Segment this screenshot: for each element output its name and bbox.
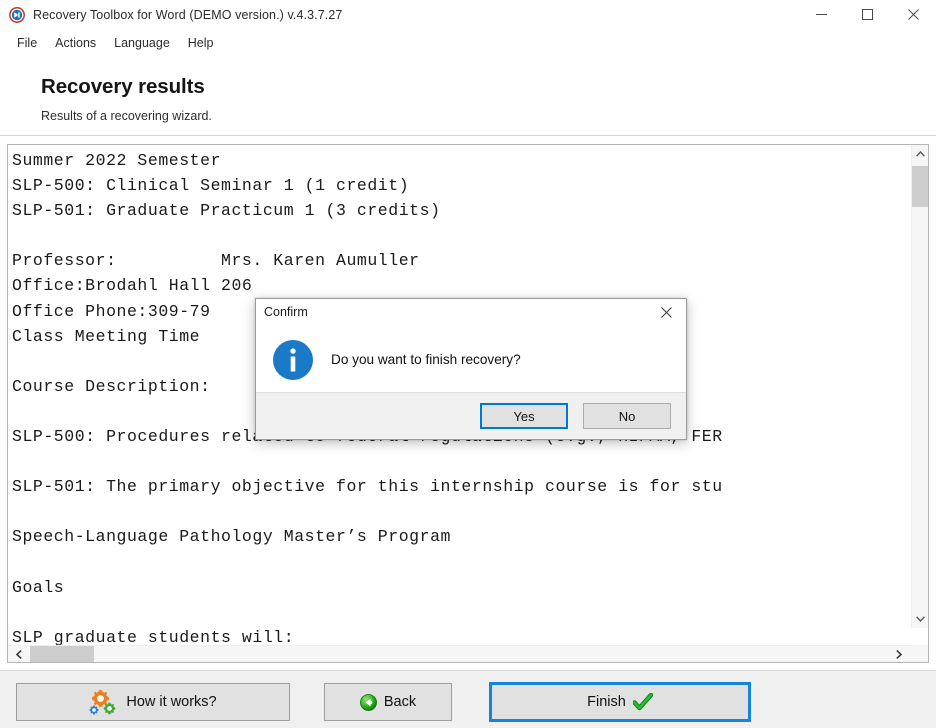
vertical-scrollbar[interactable]: [911, 145, 928, 628]
scroll-left-icon[interactable]: [10, 646, 28, 662]
finish-label: Finish: [587, 694, 626, 710]
menu-item-actions[interactable]: Actions: [46, 33, 105, 53]
title-bar: Recovery Toolbox for Word (DEMO version.…: [0, 0, 936, 29]
app-logo-icon: [9, 6, 25, 23]
horizontal-scrollbar-thumb[interactable]: [30, 646, 94, 662]
page-title: Recovery results: [41, 75, 205, 98]
dialog-message: Do you want to finish recovery?: [331, 352, 521, 367]
back-button[interactable]: Back: [324, 683, 452, 721]
scrollbar-corner: [911, 645, 928, 662]
footer-bar: How it works? Back Finish: [0, 670, 936, 728]
window-controls: [798, 0, 936, 29]
maximize-button[interactable]: [844, 0, 890, 29]
dialog-no-button[interactable]: No: [583, 403, 671, 429]
minimize-button[interactable]: [798, 0, 844, 29]
window-title: Recovery Toolbox for Word (DEMO version.…: [33, 7, 343, 22]
menu-bar: File Actions Language Help: [0, 29, 936, 57]
how-it-works-button[interactable]: How it works?: [16, 683, 290, 721]
dialog-footer: Yes No: [256, 392, 686, 439]
scroll-down-icon[interactable]: [912, 610, 928, 628]
back-label: Back: [383, 694, 417, 710]
page-header: Recovery results Results of a recovering…: [0, 57, 936, 136]
application-window: Recovery Toolbox for Word (DEMO version.…: [0, 0, 936, 728]
dialog-body: Do you want to finish recovery?: [256, 325, 686, 394]
check-icon: [632, 692, 654, 711]
how-it-works-label: How it works?: [126, 694, 217, 710]
horizontal-scrollbar[interactable]: [8, 645, 928, 662]
menu-item-language[interactable]: Language: [105, 33, 179, 53]
dialog-title: Confirm: [264, 305, 308, 319]
scroll-right-icon[interactable]: [890, 646, 908, 662]
dialog-close-icon[interactable]: [646, 299, 686, 325]
dialog-yes-button[interactable]: Yes: [480, 403, 568, 429]
scroll-up-icon[interactable]: [912, 145, 928, 163]
close-button[interactable]: [890, 0, 936, 29]
confirm-dialog: Confirm Do you want to finish recovery? …: [255, 298, 687, 440]
menu-item-file[interactable]: File: [8, 33, 46, 53]
vertical-scrollbar-thumb[interactable]: [912, 166, 928, 207]
page-subtitle: Results of a recovering wizard.: [41, 109, 212, 123]
menu-item-help[interactable]: Help: [179, 33, 223, 53]
back-arrow-icon: [359, 693, 377, 711]
gears-icon: [89, 689, 119, 716]
finish-button[interactable]: Finish: [489, 682, 751, 722]
info-icon: [272, 339, 314, 381]
